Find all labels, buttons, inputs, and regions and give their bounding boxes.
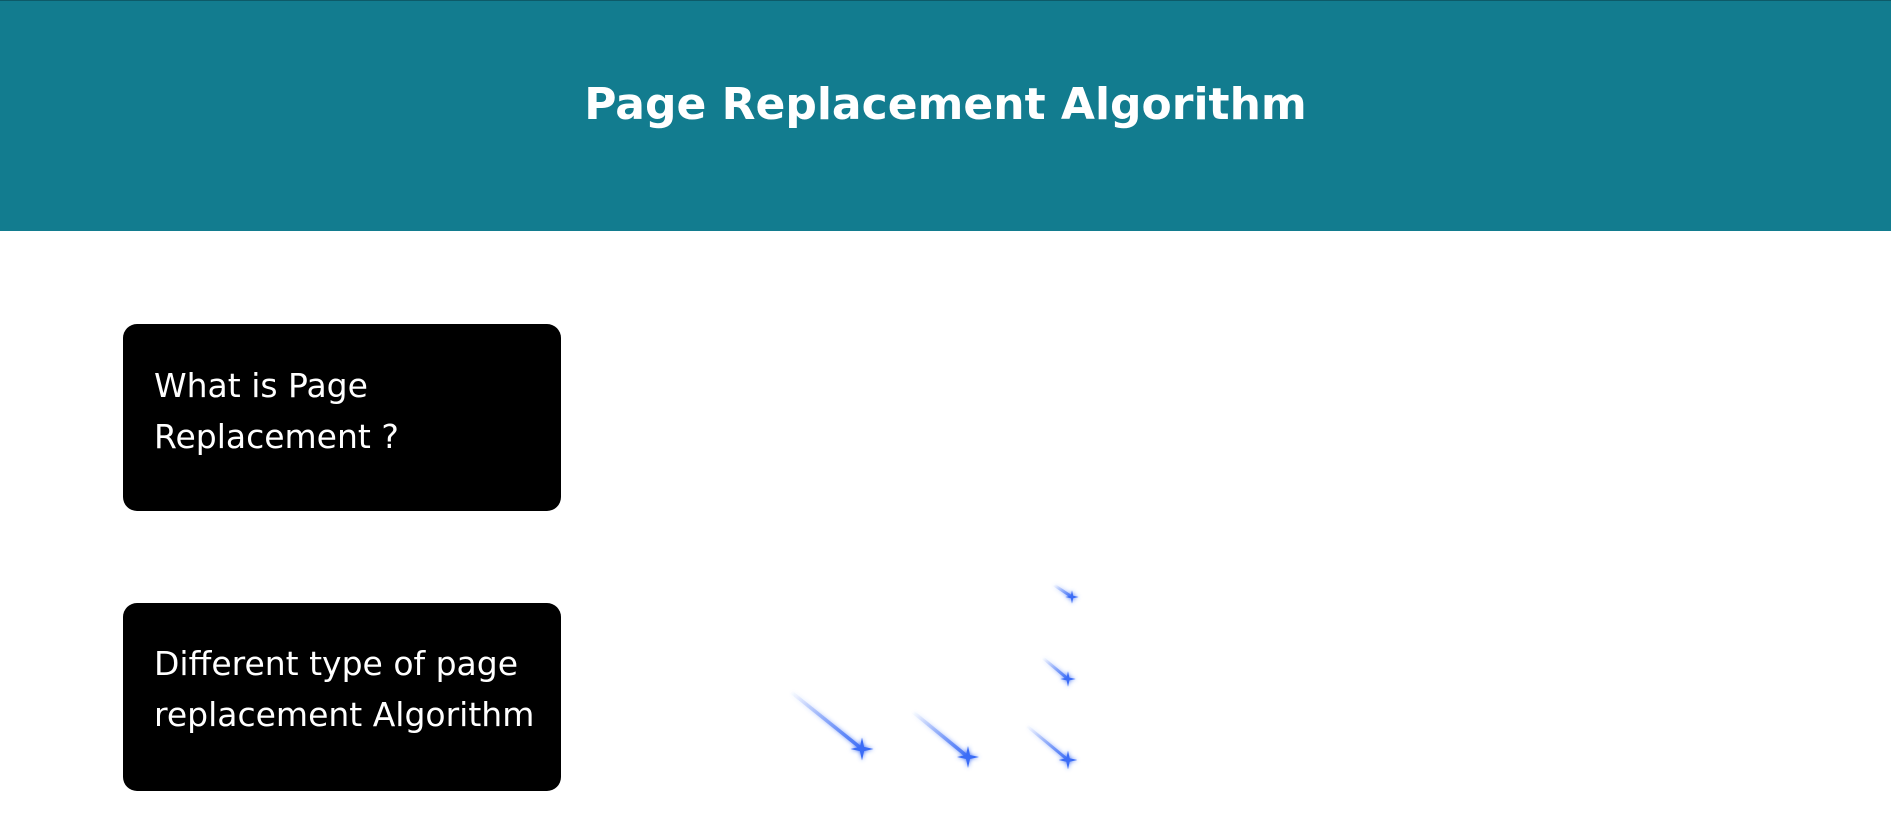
what-is-page-replacement-button[interactable]: What is Page Replacement ? [123,324,561,511]
page-header: Page Replacement Algorithm [0,0,1891,231]
sparkle-icon [911,710,979,768]
types-of-page-replacement-button[interactable]: Different type of page replacement Algor… [123,603,561,791]
sparkle-icon [1025,724,1078,770]
card-label: What is Page Replacement ? [154,366,399,456]
card-label: Different type of page replacement Algor… [154,644,535,734]
sparkle-icon [1052,583,1079,604]
page-title: Page Replacement Algorithm [584,78,1307,130]
sparkle-icon [789,690,874,761]
sparkle-icon [1041,656,1076,687]
